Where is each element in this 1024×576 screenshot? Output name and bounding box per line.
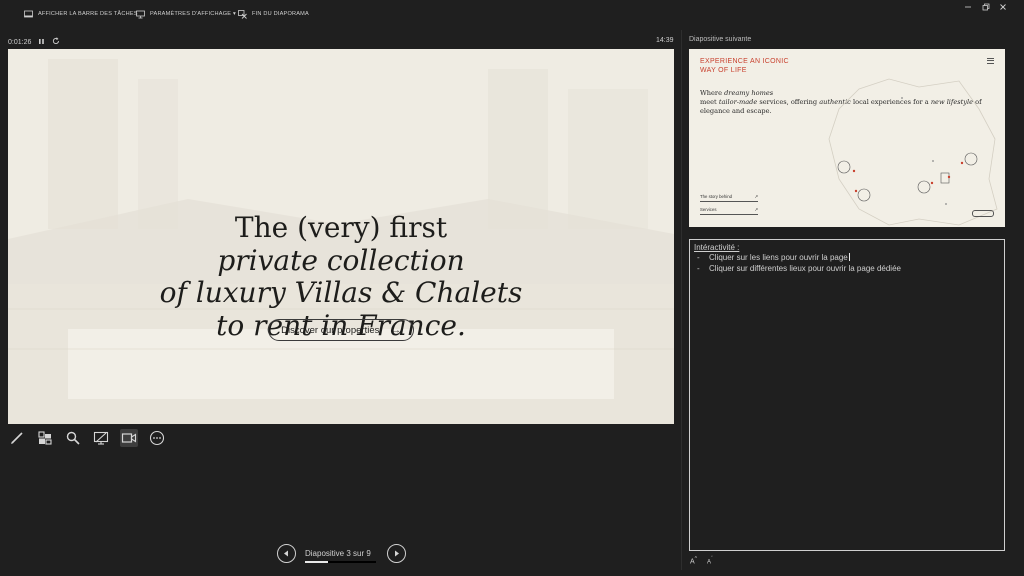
close-button[interactable] — [996, 1, 1010, 13]
show-taskbar-button[interactable]: AFFICHER LA BARRE DES TÂCHES — [24, 8, 138, 20]
body-text: services, offering — [757, 97, 820, 106]
taskbar-icon — [24, 10, 33, 19]
pen-icon — [11, 432, 23, 444]
next-slide-title-line-2: WAY OF LIFE — [700, 67, 747, 74]
discover-properties-button[interactable]: Discover our properties → — [268, 319, 414, 341]
services-link[interactable]: Services ↗ — [700, 207, 758, 215]
services-label: Services — [700, 207, 717, 212]
panel-divider — [681, 30, 682, 570]
end-show-icon — [238, 9, 247, 19]
story-behind-label: The story behind — [700, 194, 733, 199]
headline-line-1: The (very) first — [234, 211, 448, 244]
zoom-button[interactable] — [64, 429, 82, 447]
display-settings-button[interactable]: PARAMÈTRES D'AFFICHAGE ▾ — [136, 8, 236, 20]
speaker-notes[interactable]: Intéractivité : - Cliquer sur les liens … — [689, 239, 1005, 551]
next-slide-button[interactable] — [387, 544, 406, 563]
pause-button[interactable] — [38, 38, 45, 47]
notes-item: - Cliquer sur les liens pour ouvrir la p… — [694, 253, 1000, 264]
next-slide-title: EXPERIENCE AN ICONIC WAY OF LIFE — [700, 57, 789, 75]
text-caret — [848, 253, 850, 261]
elapsed-time: 0:01:26 — [8, 38, 32, 46]
notes-dash: - — [697, 263, 700, 273]
next-slide-preview[interactable]: EXPERIENCE AN ICONIC WAY OF LIFE Where d… — [689, 49, 1005, 227]
arrow-up-right-icon: ↗ — [754, 207, 758, 212]
france-map-image — [828, 78, 998, 226]
camera-toggle-button[interactable] — [120, 429, 138, 447]
magnifier-icon — [66, 431, 80, 445]
ellipsis-icon — [149, 430, 165, 446]
map-view-button[interactable] — [972, 210, 994, 217]
pause-icon — [39, 38, 45, 44]
clock-time: 14:39 — [656, 37, 674, 44]
headline-line-2: private collection — [217, 243, 465, 277]
restore-button[interactable] — [979, 1, 993, 13]
notes-title: Intéractivité : — [694, 243, 740, 252]
timer-bar: 0:01:26 — [8, 37, 60, 47]
restore-icon — [982, 3, 990, 11]
reset-timer-button[interactable] — [52, 37, 60, 47]
previous-arrow-icon — [284, 550, 288, 557]
body-text-italic: dreamy homes — [724, 89, 774, 97]
headline-line-3: of luxury Villas & Chalets — [159, 276, 523, 309]
minimize-icon — [965, 6, 971, 8]
black-screen-button[interactable] — [92, 429, 110, 447]
more-options-button[interactable] — [148, 429, 166, 447]
slides-grid-icon — [38, 431, 52, 445]
presenter-tools — [8, 428, 166, 448]
slide-progress-bar — [305, 561, 376, 563]
notes-dash: - — [697, 253, 700, 262]
top-toolbar: AFFICHER LA BARRE DES TÂCHES PARAMÈTRES … — [0, 0, 1024, 26]
notes-item: - Cliquer sur différentes lieux pour ouv… — [694, 264, 1000, 275]
display-settings-label: PARAMÈTRES D'AFFICHAGE ▾ — [150, 11, 236, 17]
menu-icon — [987, 58, 994, 65]
arrow-up-right-icon: ↗ — [754, 194, 758, 199]
next-slide-label: Diapositive suivante — [689, 36, 752, 43]
reset-icon — [53, 37, 60, 45]
increase-font-button[interactable]: A^ — [690, 556, 697, 565]
close-icon — [1000, 4, 1006, 10]
minimize-button[interactable] — [961, 1, 975, 13]
see-all-slides-button[interactable] — [36, 429, 54, 447]
body-text-italic: tailor-made — [718, 97, 758, 106]
decrease-font-button[interactable]: Aˇ — [707, 556, 713, 565]
video-camera-icon — [121, 433, 137, 443]
monitor-icon — [136, 10, 145, 19]
screen-off-icon — [93, 431, 109, 445]
notes-item-text: Cliquer sur différentes lieux pour ouvri… — [709, 263, 901, 273]
notes-font-controls: A^ Aˇ — [690, 556, 713, 565]
discover-properties-label: Discover our properties — [281, 324, 380, 336]
current-slide[interactable]: The (very) first private collection of l… — [8, 49, 674, 424]
next-arrow-icon — [395, 550, 399, 557]
notes-item-text: Cliquer sur les liens pour ouvrir la pag… — [709, 253, 848, 262]
slide-counter: Diapositive 3 sur 9 — [305, 549, 371, 558]
slide-progress-fill — [305, 561, 329, 563]
end-slideshow-label: FIN DU DIAPORAMA — [252, 11, 309, 17]
arrow-right-icon: → — [391, 324, 401, 336]
story-behind-link[interactable]: The story behind ↗ — [700, 194, 758, 202]
pen-tool-button[interactable] — [8, 429, 26, 447]
next-slide-title-line-1: EXPERIENCE AN ICONIC — [700, 58, 789, 65]
previous-slide-button[interactable] — [277, 544, 296, 563]
body-text: meet — [700, 97, 719, 106]
body-text: Where — [700, 89, 725, 97]
show-taskbar-label: AFFICHER LA BARRE DES TÂCHES — [38, 11, 138, 17]
end-slideshow-button[interactable]: FIN DU DIAPORAMA — [238, 8, 309, 20]
